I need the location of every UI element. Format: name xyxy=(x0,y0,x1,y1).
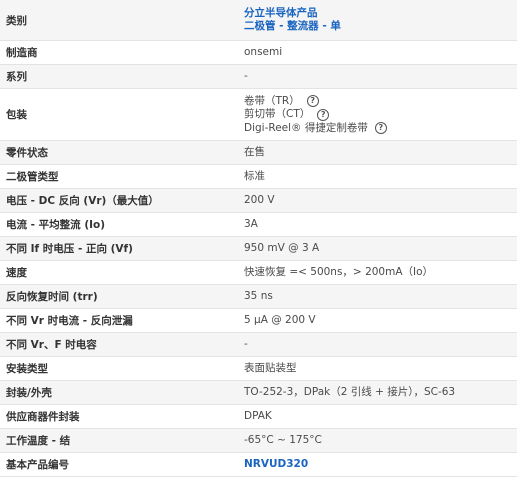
base-product-link[interactable]: NRVUD320 xyxy=(244,458,308,470)
attr-label: 不同 Vr、F 时电容 xyxy=(6,339,97,351)
attr-value: -65°C ~ 175°C xyxy=(244,434,322,446)
attr-row-speed: 速度 快速恢复 =< 500ns，> 200mA（Io） xyxy=(0,261,517,285)
subcategory-link[interactable]: 二极管 - 整流器 - 单 xyxy=(244,20,341,33)
attr-label: 系列 xyxy=(6,71,27,83)
attr-value: 5 µA @ 200 V xyxy=(244,314,316,326)
help-icon[interactable]: ? xyxy=(317,108,330,121)
attr-label: 安装类型 xyxy=(6,363,48,375)
attr-row-reverse-leakage: 不同 Vr 时电流 - 反向泄漏 5 µA @ 200 V xyxy=(0,309,517,333)
attr-value: 卷带（TR）? 剪切带（CT）? Digi-Reel® 得捷定制卷带? xyxy=(244,94,517,135)
attr-row-voltage-forward: 不同 If 时电压 - 正向 (Vf) 950 mV @ 3 A xyxy=(0,237,517,261)
attr-label: 供应商器件封装 xyxy=(6,411,80,423)
attr-value: 200 V xyxy=(244,194,275,206)
packaging-option: Digi-Reel® 得捷定制卷带 xyxy=(244,121,368,134)
attr-row-package-case: 封装/外壳 TO-252-3，DPak（2 引线 + 接片），SC-63 xyxy=(0,381,517,405)
attr-value: 快速恢复 =< 500ns，> 200mA（Io） xyxy=(244,266,434,278)
attr-label: 反向恢复时间 (trr) xyxy=(6,291,98,303)
attr-row-part-status: 零件状态 在售 xyxy=(0,141,517,165)
attr-label: 包装 xyxy=(6,109,27,121)
attr-row-current-avg-rectified: 电流 - 平均整流 (Io) 3A xyxy=(0,213,517,237)
attr-row-capacitance: 不同 Vr、F 时电容 - xyxy=(0,333,517,357)
attr-row-base-product-number: 基本产品编号 NRVUD320 xyxy=(0,453,517,477)
attr-value: DPAK xyxy=(244,410,272,422)
category-link[interactable]: 分立半导体产品 xyxy=(244,7,318,20)
product-attributes-table: 类别 分立半导体产品 二极管 - 整流器 - 单 制造商 onsemi 系列 -… xyxy=(0,0,517,477)
help-icon[interactable]: ? xyxy=(306,95,319,107)
attr-label: 电流 - 平均整流 (Io) xyxy=(6,219,106,231)
attr-label: 类别 xyxy=(6,14,27,27)
attr-row-reverse-recovery-time: 反向恢复时间 (trr) 35 ns xyxy=(0,285,517,309)
attr-label: 电压 - DC 反向 (Vr)（最大值） xyxy=(6,195,159,207)
attr-label: 基本产品编号 xyxy=(6,459,69,471)
attr-value: 950 mV @ 3 A xyxy=(244,242,320,254)
attr-value: 35 ns xyxy=(244,290,273,302)
attr-value: onsemi xyxy=(244,46,283,58)
attr-row-voltage-dc-reverse: 电压 - DC 反向 (Vr)（最大值） 200 V xyxy=(0,189,517,213)
attr-value: - xyxy=(244,70,248,82)
attr-value: 在售 xyxy=(244,146,265,158)
attr-row-diode-type: 二极管类型 标准 xyxy=(0,165,517,189)
attr-row-manufacturer: 制造商 onsemi xyxy=(0,41,517,65)
attr-value: 分立半导体产品 二极管 - 整流器 - 单 xyxy=(244,7,517,34)
attr-value: 表面贴装型 xyxy=(244,362,297,374)
attr-label: 速度 xyxy=(6,267,27,279)
packaging-option: 卷带（TR） xyxy=(244,94,300,107)
attr-label: 不同 Vr 时电流 - 反向泄漏 xyxy=(6,315,133,327)
attr-row-mounting-type: 安装类型 表面贴装型 xyxy=(0,357,517,381)
attr-value: - xyxy=(244,338,248,350)
attr-row-operating-temp: 工作温度 - 结 -65°C ~ 175°C xyxy=(0,429,517,453)
attr-value: 3A xyxy=(244,218,258,230)
packaging-option: 剪切带（CT） xyxy=(244,108,311,120)
attr-label: 二极管类型 xyxy=(6,171,59,183)
attr-row-supplier-package: 供应商器件封装 DPAK xyxy=(0,405,517,429)
attr-label: 封装/外壳 xyxy=(6,387,52,399)
attr-label: 工作温度 - 结 xyxy=(6,435,71,447)
attr-label: 不同 If 时电压 - 正向 (Vf) xyxy=(6,243,133,255)
attr-value: TO-252-3，DPak（2 引线 + 接片），SC-63 xyxy=(244,386,456,398)
attr-row-category: 类别 分立半导体产品 二极管 - 整流器 - 单 xyxy=(0,0,517,41)
attr-value: NRVUD320 xyxy=(244,458,517,471)
attr-label: 制造商 xyxy=(6,47,38,59)
attr-label: 零件状态 xyxy=(6,147,48,159)
attr-value: 标准 xyxy=(244,170,265,182)
attr-row-packaging: 包装 卷带（TR）? 剪切带（CT）? Digi-Reel® 得捷定制卷带? xyxy=(0,89,517,141)
help-icon[interactable]: ? xyxy=(374,122,387,134)
attr-row-series: 系列 - xyxy=(0,65,517,89)
